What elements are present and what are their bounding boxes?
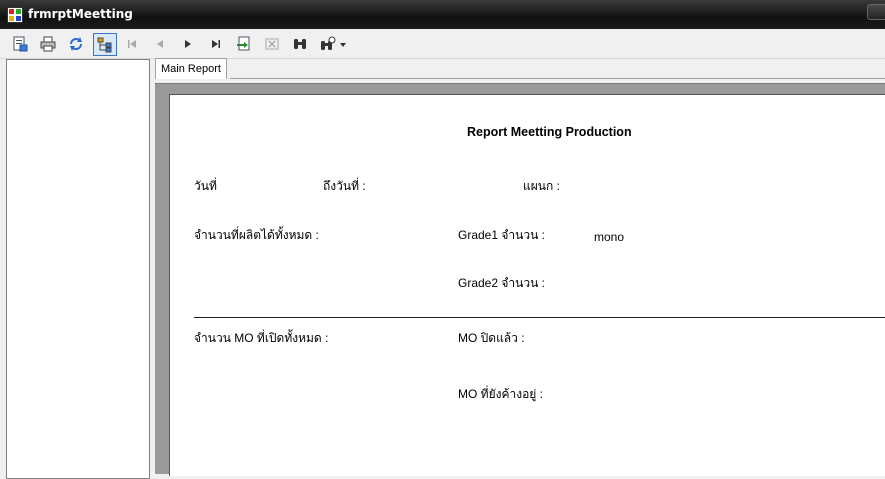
section-divider bbox=[194, 317, 885, 318]
department-label: แผนก : bbox=[523, 179, 560, 193]
zoom-icon bbox=[321, 36, 346, 50]
last-page-icon bbox=[212, 40, 220, 48]
previous-page-icon bbox=[157, 40, 163, 48]
first-page-icon bbox=[128, 40, 136, 48]
refresh-button[interactable] bbox=[66, 34, 86, 54]
grade1-value: mono bbox=[594, 230, 625, 244]
first-page-button[interactable] bbox=[122, 34, 142, 54]
window-title-bar[interactable]: frmrptMeetting bbox=[0, 0, 885, 29]
next-page-icon bbox=[185, 40, 191, 48]
window-title: frmrptMeetting bbox=[28, 7, 133, 21]
app-icon bbox=[7, 7, 23, 23]
next-page-button[interactable] bbox=[178, 34, 198, 54]
export-icon bbox=[13, 36, 28, 52]
chevron-down-icon bbox=[340, 43, 346, 47]
report-viewer[interactable]: Report Meetting Production วันที่ ถึงวัน… bbox=[155, 83, 885, 476]
export-button[interactable] bbox=[10, 34, 30, 54]
date-label: วันที่ bbox=[194, 179, 217, 193]
binoculars-icon bbox=[294, 39, 306, 49]
last-page-button[interactable] bbox=[206, 34, 226, 54]
grade2-label: Grade2 จำนวน : bbox=[458, 276, 545, 290]
tab-strip-divider bbox=[230, 78, 885, 79]
window-control-button[interactable] bbox=[867, 4, 885, 20]
report-toolbar bbox=[0, 29, 885, 59]
report-title: Report Meetting Production bbox=[467, 125, 632, 139]
close-view-button[interactable] bbox=[262, 34, 282, 54]
mo-total-label: จำนวน MO ที่เปิดทั้งหมด : bbox=[194, 331, 329, 345]
to-date-label: ถึงวันที่ : bbox=[323, 179, 366, 193]
goto-page-icon bbox=[237, 36, 250, 51]
goto-page-button[interactable] bbox=[234, 34, 254, 54]
tab-main-report[interactable]: Main Report bbox=[155, 58, 227, 79]
previous-page-button[interactable] bbox=[150, 34, 170, 54]
group-tree-icon bbox=[97, 37, 112, 52]
print-button[interactable] bbox=[38, 34, 58, 54]
group-tree-panel[interactable] bbox=[6, 59, 150, 479]
toggle-group-tree-button[interactable] bbox=[93, 33, 117, 56]
printer-icon bbox=[40, 36, 56, 52]
mo-closed-label: MO ปิดแล้ว : bbox=[458, 331, 525, 345]
total-produced-label: จำนวนที่ผลิตได้ทั้งหมด : bbox=[194, 228, 319, 242]
close-view-icon bbox=[265, 38, 279, 50]
report-page: Report Meetting Production วันที่ ถึงวัน… bbox=[169, 94, 885, 476]
report-tab-strip: Main Report bbox=[155, 58, 885, 83]
mo-pending-label: MO ที่ยังค้างอยู่ : bbox=[458, 387, 543, 401]
find-text-button[interactable] bbox=[290, 34, 310, 54]
grade1-label: Grade1 จำนวน : bbox=[458, 228, 545, 242]
zoom-dropdown[interactable] bbox=[318, 34, 348, 54]
refresh-icon bbox=[70, 37, 82, 51]
